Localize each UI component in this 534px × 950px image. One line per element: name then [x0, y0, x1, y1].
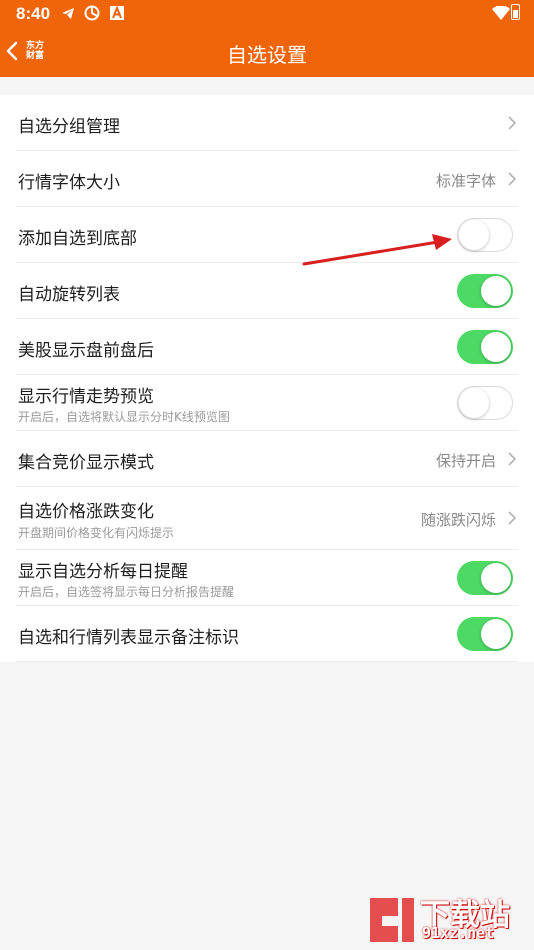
row-sublabel: 开启后，自选签将显示每日分析报告提醒: [18, 585, 235, 599]
row-label: 添加自选到底部: [18, 229, 137, 249]
telegram-icon: [62, 8, 74, 19]
status-time: 8:40: [16, 4, 51, 23]
status-bar: 8:40: [0, 0, 534, 28]
row-sublabel: 开启后，自选将默认显示分时K线预览图: [18, 410, 230, 424]
settings-row-note-marker: 自选和行情列表显示备注标识: [0, 606, 534, 662]
row-label: 自选价格涨跌变化: [18, 502, 154, 522]
watermark-url: 91xz.net: [422, 924, 495, 942]
trend-preview-toggle[interactable]: [457, 386, 513, 420]
settings-row-auction-mode[interactable]: 集合竞价显示模式 保持开启: [0, 431, 534, 487]
row-value: 标准字体: [435, 172, 496, 190]
app-header: 8:40 东方财富 自选设置: [0, 0, 534, 77]
chevron-right-icon: [508, 452, 517, 466]
row-sublabel: 开盘期间价格变化有闪烁提示: [18, 526, 175, 540]
chevron-right-icon: [508, 116, 517, 130]
row-value: 随涨跌闪烁: [420, 511, 496, 529]
row-label: 显示自选分析每日提醒: [18, 562, 188, 582]
row-label: 美股显示盘前盘后: [18, 341, 154, 361]
page-title: 自选设置: [227, 43, 307, 67]
row-label: 显示行情走势预览: [18, 387, 154, 407]
row-label: 自选分组管理: [18, 117, 120, 137]
row-value: 保持开启: [435, 452, 496, 470]
battery-icon: [511, 4, 520, 20]
us-premarket-toggle[interactable]: [457, 330, 513, 364]
row-label: 集合竞价显示模式: [18, 453, 154, 473]
settings-row-auto-rotate: 自动旋转列表: [0, 263, 534, 319]
settings-row-group-management[interactable]: 自选分组管理: [0, 95, 534, 151]
settings-row-font-size[interactable]: 行情字体大小 标准字体: [0, 151, 534, 207]
watermark: 下载站 91xz.net: [360, 890, 530, 948]
chevron-right-icon: [508, 511, 517, 525]
settings-row-us-premarket: 美股显示盘前盘后: [0, 319, 534, 375]
settings-row-trend-preview: 显示行情走势预览 开启后，自选将默认显示分时K线预览图: [0, 375, 534, 431]
font-app-icon: [110, 5, 124, 20]
row-label: 自动旋转列表: [18, 285, 120, 305]
annotation-arrow-icon: [302, 234, 452, 266]
settings-row-daily-reminder: 显示自选分析每日提醒 开启后，自选签将显示每日分析报告提醒: [0, 550, 534, 606]
settings-row-price-flash[interactable]: 自选价格涨跌变化 开盘期间价格变化有闪烁提示 随涨跌闪烁: [0, 487, 534, 550]
add-to-bottom-toggle[interactable]: [457, 218, 513, 252]
auto-rotate-toggle[interactable]: [457, 274, 513, 308]
row-label: 自选和行情列表显示备注标识: [18, 628, 239, 648]
note-marker-toggle[interactable]: [457, 617, 513, 651]
daily-reminder-toggle[interactable]: [457, 561, 513, 595]
app-notification-icon: [84, 5, 100, 21]
chevron-right-icon: [508, 172, 517, 186]
wifi-icon: [492, 6, 510, 20]
row-label: 行情字体大小: [18, 173, 120, 193]
watermark-logo-icon: [370, 898, 414, 942]
